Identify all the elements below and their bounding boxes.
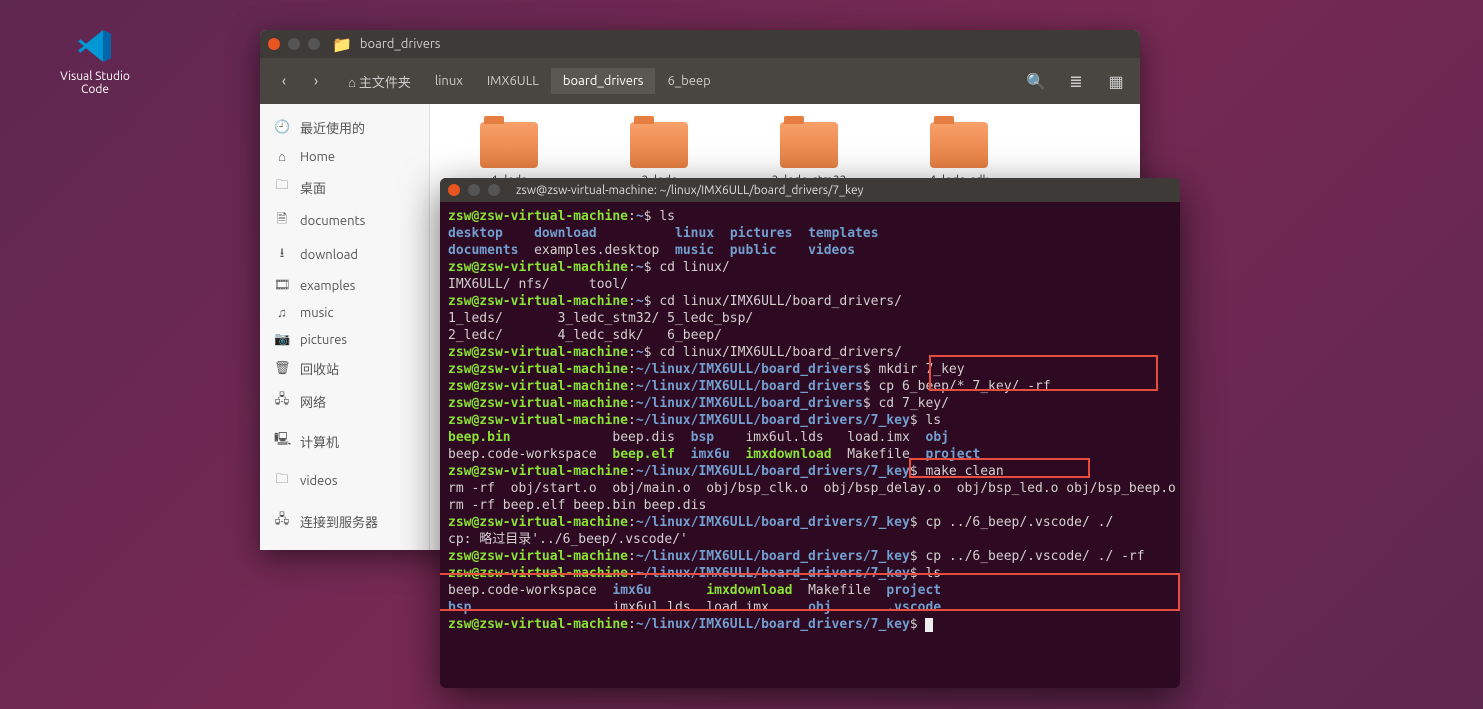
search-icon[interactable]: 🔍 — [1020, 65, 1052, 97]
sidebar-item-label: download — [300, 248, 358, 262]
window-minimize-button[interactable] — [288, 38, 300, 50]
recent-icon: 🕘 — [274, 120, 290, 135]
sidebar-item-label: videos — [300, 474, 338, 488]
trash-icon: 🗑 — [274, 361, 290, 376]
terminal-title: zsw@zsw-virtual-machine: ~/linux/IMX6ULL… — [516, 184, 863, 197]
filemanager-titlebar[interactable]: 📁 board_drivers — [260, 30, 1140, 58]
window-close-button[interactable] — [268, 38, 280, 50]
home-icon: ⌂ — [274, 149, 290, 164]
desktop-icon-vscode[interactable]: Visual Studio Code — [55, 28, 135, 96]
sidebar-item-desktop[interactable]: 🗀 桌面 — [260, 170, 429, 204]
download-icon: ⭳ — [274, 244, 290, 266]
terminal-titlebar[interactable]: zsw@zsw-virtual-machine: ~/linux/IMX6ULL… — [440, 178, 1180, 202]
sidebar-item-computer[interactable]: 🖳 计算机 — [260, 418, 429, 458]
folder-icon — [930, 122, 988, 168]
terminal-maximize-button[interactable] — [488, 184, 500, 196]
documents-icon: 🗎 — [274, 210, 290, 232]
sidebar-item-label: 回收站 — [300, 359, 339, 378]
terminal-body[interactable]: zsw@zsw-virtual-machine:~$ ls desktop do… — [440, 202, 1180, 688]
sidebar-item-label: Home — [300, 150, 335, 164]
nav-back-button[interactable]: ‹ — [268, 65, 300, 97]
sidebar-item-pictures[interactable]: 📷 pictures — [260, 326, 429, 353]
sidebar-item-label: 最近使用的 — [300, 118, 365, 137]
terminal-window: zsw@zsw-virtual-machine: ~/linux/IMX6ULL… — [440, 178, 1180, 688]
filemanager-sidebar: 🕘 最近使用的 ⌂ Home 🗀 桌面 🗎 documents ⭳ download 🎞 e… — [260, 104, 430, 550]
breadcrumb-boarddrivers[interactable]: board_drivers — [551, 68, 656, 94]
terminal-close-button[interactable] — [448, 184, 460, 196]
network-icon: 🖧 — [274, 390, 290, 412]
folder-icon: 🗀 — [274, 176, 290, 198]
folder-icon — [780, 122, 838, 168]
music-icon: ♫ — [274, 305, 290, 320]
sidebar-item-network[interactable]: 🖧 网络 — [260, 384, 429, 418]
folder-icon — [480, 122, 538, 168]
breadcrumb-imx6ull[interactable]: IMX6ULL — [475, 68, 551, 94]
sidebar-item-music[interactable]: ♫ music — [260, 299, 429, 326]
examples-icon: 🎞 — [274, 278, 290, 293]
vscode-app-icon — [77, 28, 113, 64]
sidebar-item-label: 网络 — [300, 392, 326, 411]
folder-icon: 🗀 — [274, 470, 290, 492]
filemanager-title: board_drivers — [360, 37, 441, 51]
sidebar-item-label: music — [300, 306, 334, 320]
sidebar-item-label: 连接到服务器 — [300, 512, 378, 531]
nav-forward-button[interactable]: › — [300, 65, 332, 97]
folder-icon — [630, 122, 688, 168]
desktop-icon-label: Visual Studio Code — [55, 70, 135, 96]
sidebar-item-label: examples — [300, 279, 355, 293]
breadcrumb: ⌂ 主文件夹 linux IMX6ULL board_drivers 6_bee… — [336, 66, 723, 97]
sidebar-item-label: pictures — [300, 333, 347, 347]
breadcrumb-home-label: 主文件夹 — [359, 76, 411, 90]
computer-icon: 🖳 — [274, 430, 290, 452]
sidebar-item-home[interactable]: ⌂ Home — [260, 143, 429, 170]
view-list-icon[interactable]: ≣ — [1060, 65, 1092, 97]
pictures-icon: 📷 — [274, 332, 290, 347]
sidebar-item-documents[interactable]: 🗎 documents — [260, 204, 429, 238]
window-maximize-button[interactable] — [308, 38, 320, 50]
sidebar-item-trash[interactable]: 🗑 回收站 — [260, 353, 429, 384]
sidebar-item-label: 桌面 — [300, 178, 326, 197]
folder-titlebar-icon: 📁 — [332, 35, 352, 54]
sidebar-item-examples[interactable]: 🎞 examples — [260, 272, 429, 299]
connect-icon: 🖧 — [274, 510, 290, 532]
sidebar-item-recent[interactable]: 🕘 最近使用的 — [260, 112, 429, 143]
sidebar-item-label: 计算机 — [300, 432, 339, 451]
view-grid-icon[interactable]: ▦ — [1100, 65, 1132, 97]
breadcrumb-linux[interactable]: linux — [423, 68, 475, 94]
breadcrumb-6beep[interactable]: 6_beep — [655, 68, 722, 94]
sidebar-item-download[interactable]: ⭳ download — [260, 238, 429, 272]
terminal-minimize-button[interactable] — [468, 184, 480, 196]
sidebar-item-connect-server[interactable]: 🖧 连接到服务器 — [260, 498, 429, 538]
terminal-cursor — [925, 618, 933, 632]
sidebar-item-label: documents — [300, 214, 365, 228]
breadcrumb-home[interactable]: ⌂ 主文件夹 — [336, 66, 423, 97]
sidebar-item-videos[interactable]: 🗀 videos — [260, 458, 429, 498]
filemanager-toolbar: ‹ › ⌂ 主文件夹 linux IMX6ULL board_drivers 6… — [260, 58, 1140, 104]
